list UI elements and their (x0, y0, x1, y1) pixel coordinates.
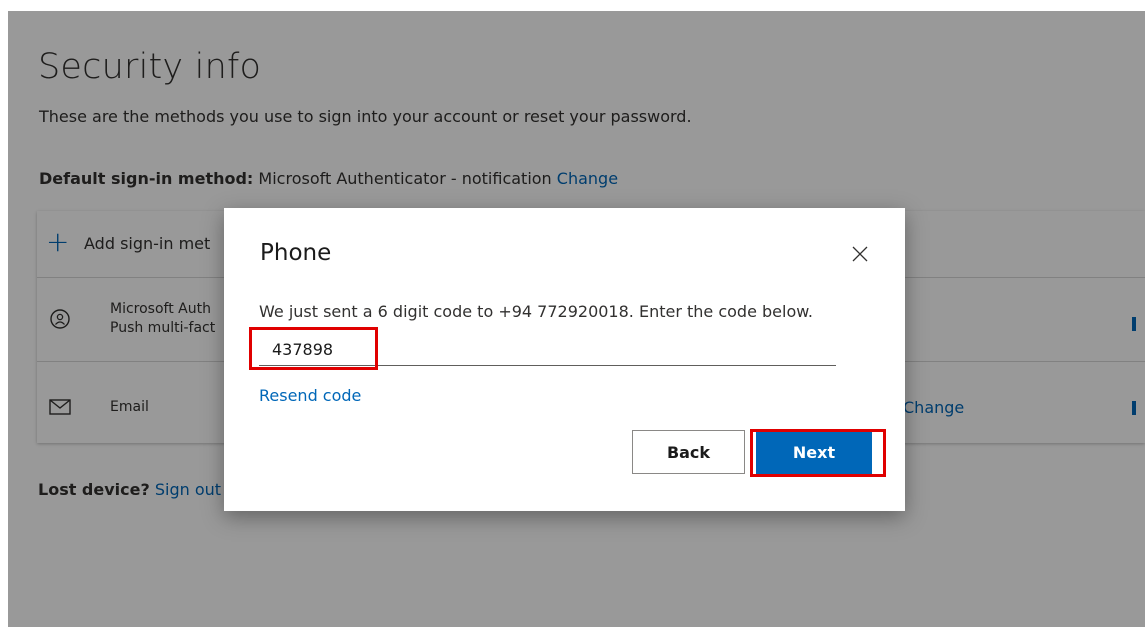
phone-verification-dialog: Phone We just sent a 6 digit code to +94… (224, 208, 905, 511)
dialog-title: Phone (260, 240, 332, 266)
next-button[interactable]: Next (756, 430, 872, 475)
resend-code-link[interactable]: Resend code (259, 386, 361, 405)
back-button[interactable]: Back (632, 430, 745, 474)
close-icon[interactable] (850, 244, 870, 264)
verification-code-input[interactable] (259, 333, 836, 366)
top-margin (0, 0, 1145, 11)
dialog-message: We just sent a 6 digit code to +94 77292… (259, 302, 813, 321)
left-margin (0, 0, 8, 627)
